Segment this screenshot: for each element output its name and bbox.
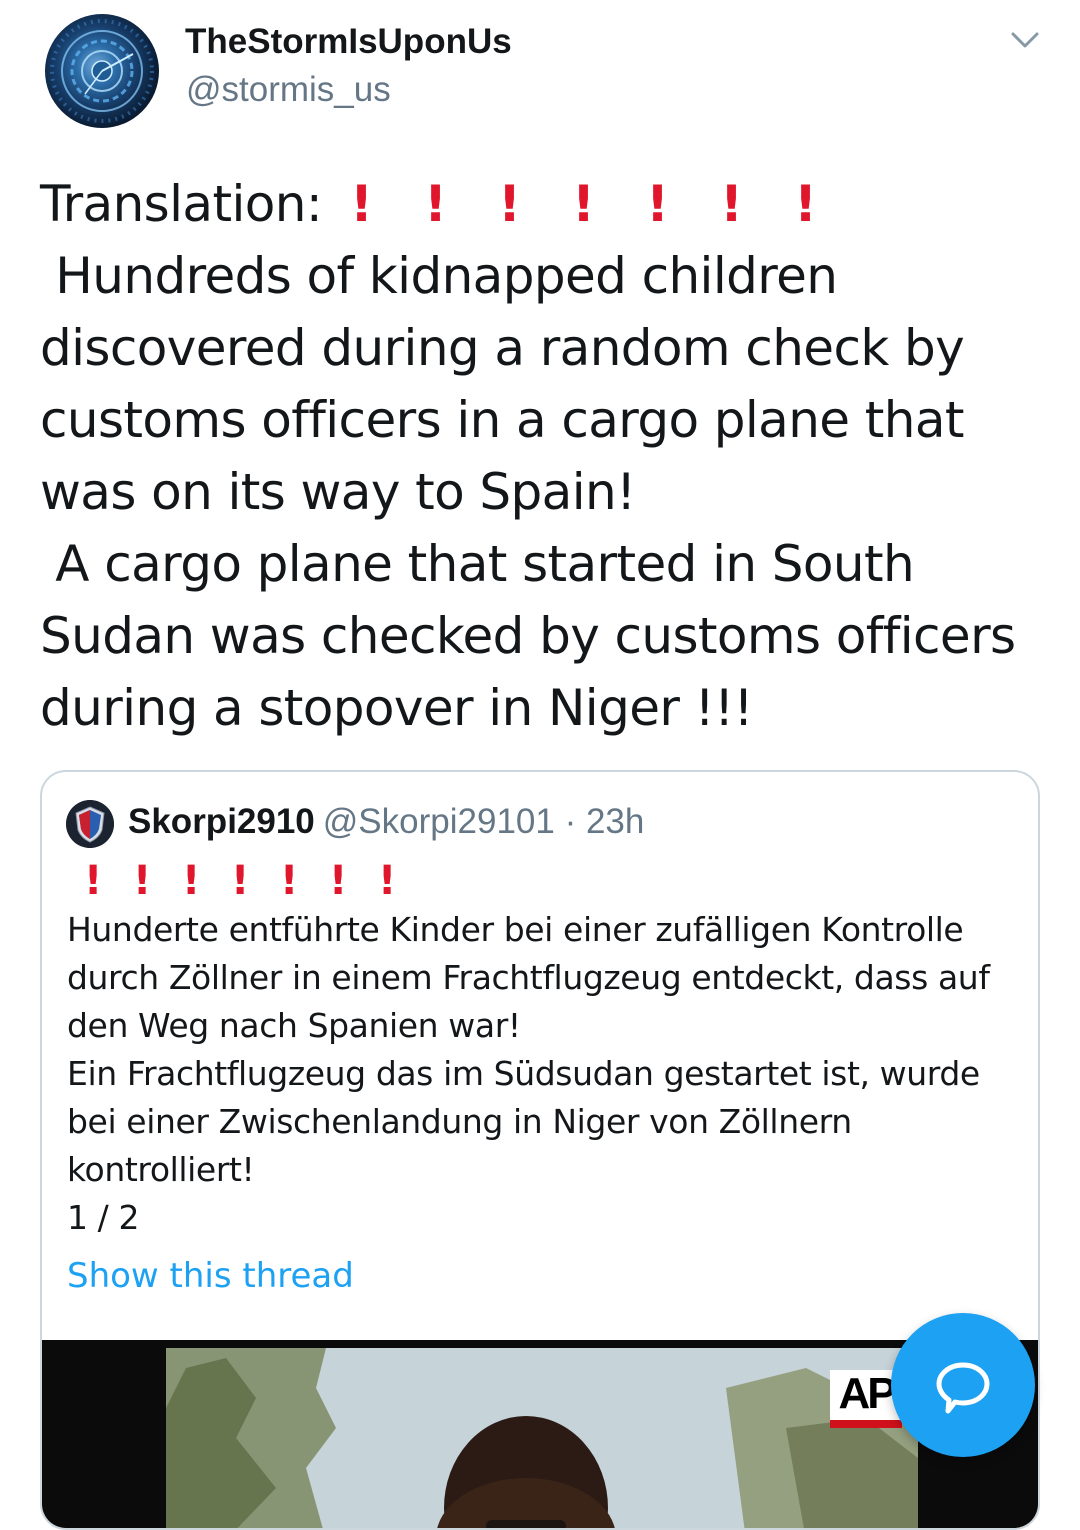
tweet-line-translation: Translation:!!!!!!! [40,168,1050,240]
avatar-graphic [50,19,154,123]
compose-button[interactable] [891,1313,1035,1457]
quoted-author-name[interactable]: Skorpi2910 [128,802,315,841]
exclamation-emoji: ! [84,858,103,904]
quoted-author-avatar[interactable] [66,800,114,848]
quoted-tweet-line: Hunderte entführte Kinder bei einer zufä… [67,910,964,949]
tweet-line: A cargo plane that started in South [40,535,915,593]
tweet-line: during a stopover in Niger !!! [40,679,754,737]
video-scene [166,1348,918,1528]
quoted-tweet-line: durch Zöllner in einem Frachtflugzeug en… [67,958,990,997]
exclamation-emoji: ! [329,858,348,904]
tweet-line: was on its way to Spain! [40,463,636,521]
exclamation-emoji: ! [231,858,250,904]
translation-label: Translation: [40,175,323,233]
thread-counter: 1 / 2 [67,1198,140,1237]
exclamation-emoji: ! [572,175,595,233]
quoted-tweet-header: Skorpi2910 @Skorpi29101 · 23h [128,800,644,844]
video-thumbnail: AP [166,1348,918,1528]
speech-bubble-icon [936,1362,990,1414]
quoted-author-handle-time[interactable]: @Skorpi29101 · 23h [323,802,645,841]
author-avatar[interactable] [45,14,159,128]
exclamation-emoji: ! [378,858,397,904]
tweet-line: Sudan was checked by customs officers [40,607,1016,665]
exclamation-emoji: ! [280,858,299,904]
tweet-line: customs officers in a cargo plane that [40,391,965,449]
quoted-tweet-line: bei einer Zwischenlandung in Niger von Z… [67,1102,852,1141]
exclamation-emoji: ! [646,175,669,233]
exclamation-emoji: ! [498,175,521,233]
exclamation-emoji: ! [350,175,373,233]
quoted-tweet-card[interactable]: Skorpi2910 @Skorpi29101 · 23h !!!!!!! Hun… [40,770,1040,1530]
exclamation-emoji: ! [424,175,447,233]
author-handle[interactable]: @stormis_us [186,70,391,110]
tweet-line: Hundreds of kidnapped children [40,247,838,305]
exclamation-emoji: ! [182,858,201,904]
quoted-tweet-line: kontrolliert! [67,1150,255,1189]
exclamation-emoji: ! [133,858,152,904]
chevron-down-icon[interactable] [1005,22,1045,58]
tweet-text: Translation:!!!!!!! Hundreds of kidnappe… [40,168,1050,744]
exclamation-emoji-row: !!!!!!! [350,168,868,240]
tweet-line: discovered during a random check by [40,319,965,377]
quoted-tweet-text: Hunderte entführte Kinder bei einer zufä… [67,906,1027,1242]
quoted-tweet-line: den Weg nach Spanien war! [67,1006,521,1045]
author-display-name[interactable]: TheStormIsUponUs [185,22,512,62]
shield-icon [66,800,114,848]
show-thread-link[interactable]: Show this thread [67,1256,354,1296]
exclamation-emoji: ! [720,175,743,233]
quoted-exclamation-row: !!!!!!! [84,856,427,906]
exclamation-emoji: ! [794,175,817,233]
quoted-tweet-line: Ein Frachtflugzeug das im Südsudan gesta… [67,1054,980,1093]
